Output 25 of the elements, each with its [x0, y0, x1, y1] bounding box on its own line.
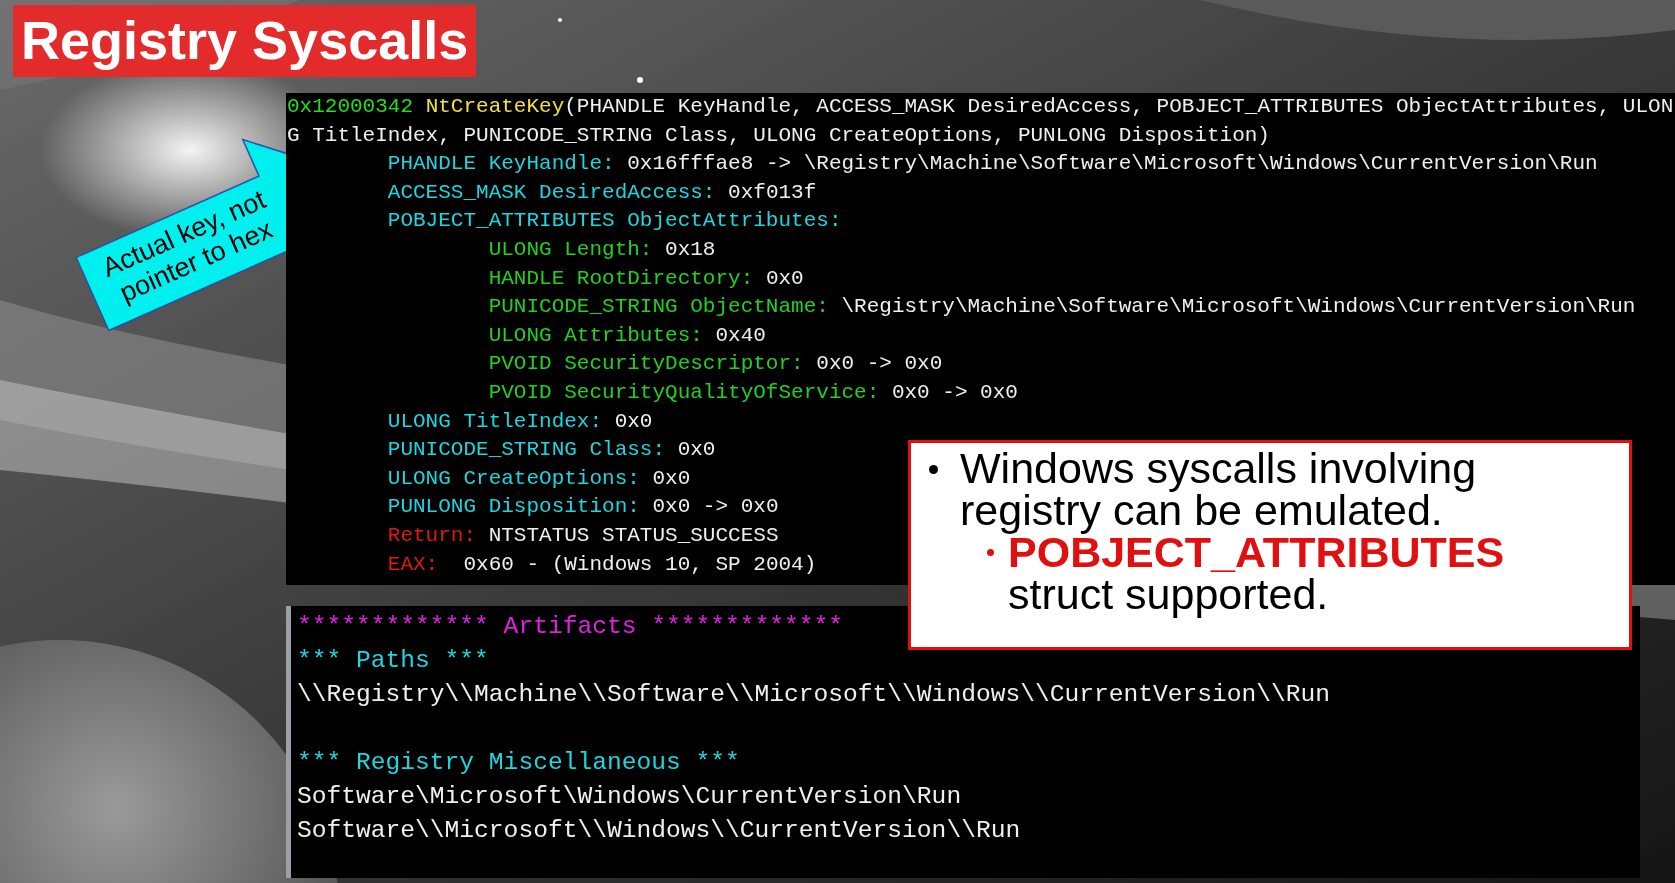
- param-line: PVOID SecurityDescriptor: 0x0 -> 0x0: [488, 351, 943, 378]
- param-line: ULONG Length: 0x18: [488, 236, 716, 263]
- banner-line: ************* Artifacts *************: [297, 612, 844, 642]
- param-line: PUNLONG Disposition: 0x0 -> 0x0: [387, 494, 779, 521]
- param-line: PVOID SecurityQualityOfService: 0x0 -> 0x0: [488, 379, 1018, 406]
- bullet-icon: [987, 549, 994, 556]
- param-line: ULONG Attributes: 0x40: [488, 322, 766, 349]
- syscall-signature: 0x12000342 NtCreateKey(PHANDLE KeyHandle, ACCESS_MASK DesiredAccess, POBJECT_ATTRIBUTES ObjectAttributes, ULONG TitleIndex, PUNICODE_STRING Class, ULONG CreateOptions, PUNLONG Disposition): [287, 94, 1675, 149]
- param-line: PUNICODE_STRING ObjectName: \Registry\Machine\Software\Microsoft\Windows\CurrentVersion\Run: [488, 294, 1636, 321]
- param-line: HANDLE RootDirectory: 0x0: [488, 265, 804, 292]
- artifact-line: Software\\Microsoft\\Windows\\CurrentVersion\\Run: [297, 816, 1021, 846]
- bullet-icon: [929, 465, 938, 474]
- param-line: Return: NTSTATUS STATUS_SUCCESS: [387, 522, 779, 549]
- section-heading: *** Registry Miscellaneous ***: [297, 748, 740, 778]
- param-line: EAX: 0x60 - (Windows 10, SP 2004): [387, 551, 817, 578]
- param-line: ULONG TitleIndex: 0x0: [387, 408, 653, 435]
- param-line: PUNICODE_STRING Class: 0x0: [387, 437, 716, 464]
- param-line: PHANDLE KeyHandle: 0x16fffae8 -> \Registry\Machine\Software\Microsoft\Windows\CurrentVersion\Run: [387, 151, 1598, 178]
- section-heading: *** Paths ***: [297, 646, 489, 676]
- slide-title: Registry Syscalls: [13, 5, 477, 77]
- param-line: POBJECT_ATTRIBUTES ObjectAttributes:: [387, 208, 842, 235]
- artifact-line: \\Registry\\Machine\\Software\\Microsoft\\Windows\\CurrentVersion\\Run: [297, 680, 1331, 710]
- param-line: ULONG CreateOptions: 0x0: [387, 465, 691, 492]
- artifact-line: Software\Microsoft\Windows\CurrentVersion\Run: [297, 782, 962, 812]
- param-line: ACCESS_MASK DesiredAccess: 0xf013f: [387, 179, 817, 206]
